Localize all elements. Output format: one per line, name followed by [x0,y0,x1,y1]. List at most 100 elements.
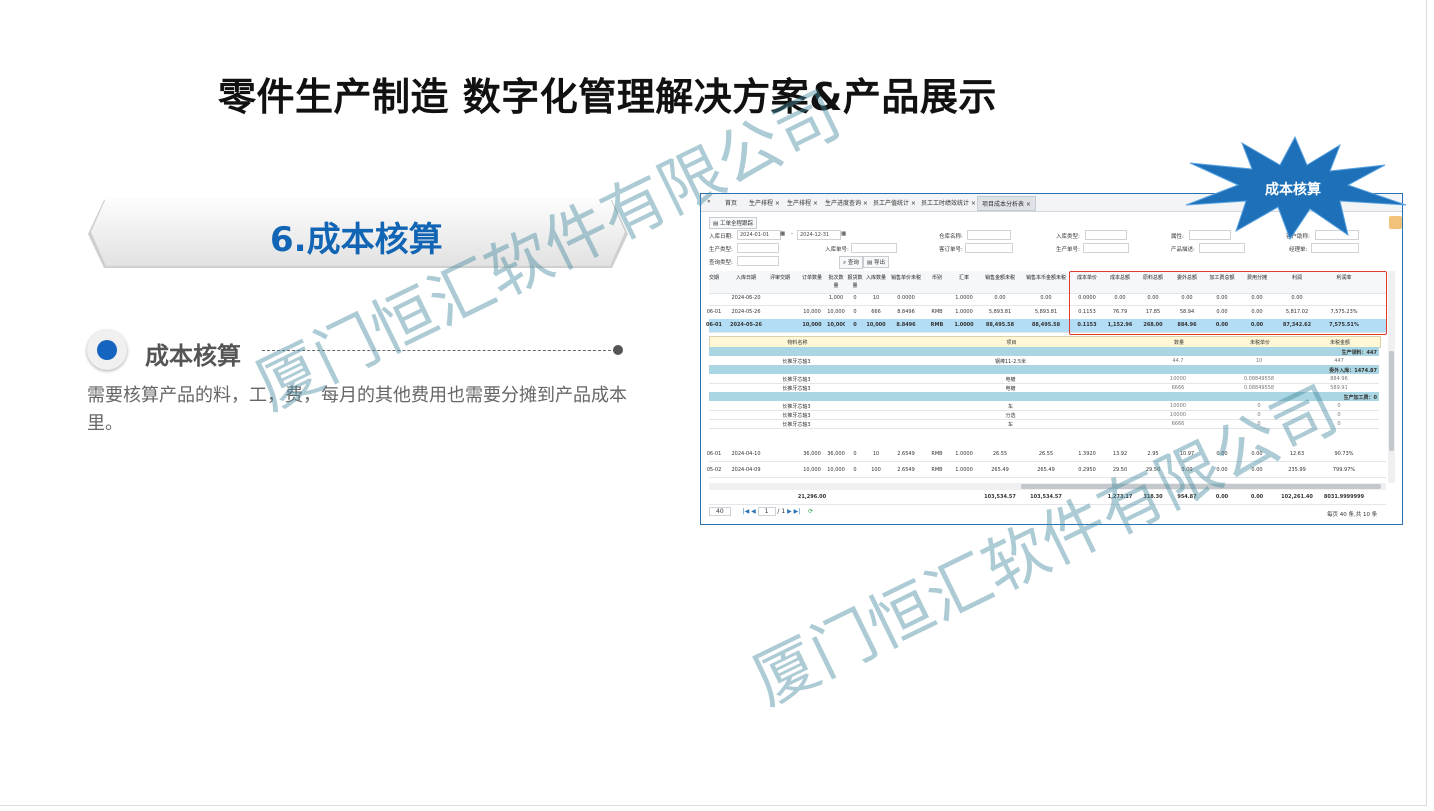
query-type-label: 查询类型: [709,260,733,266]
export-button[interactable]: ▤ 导出 [863,256,889,268]
tab-cost-analysis[interactable]: 项目成本分析表 × [977,196,1036,211]
detail-section-title: 委外入库：1474.87 [1329,368,1377,374]
tab-schedule-1[interactable]: 生产排程 × [749,198,780,207]
table-cell: 1,000 [828,295,844,301]
page-input[interactable]: 1 [757,507,776,516]
detail-cell: 长推牙芯轴3 [782,386,811,392]
tab-progress-query[interactable]: 生产进度查询 × [825,198,868,207]
table-cell: 26.55 [992,451,1008,457]
instock-no-input[interactable] [851,243,897,253]
query-type-select[interactable] [737,256,779,266]
first-page-icon[interactable]: |◀ [743,508,750,515]
column-header[interactable]: 入库数量 [865,274,887,282]
detail-cell: 车 [1007,422,1013,428]
tab-label: 项目成本分析表 [982,201,1025,208]
table-cell: 0 [853,451,857,457]
calendar-icon[interactable]: ▦ [780,231,785,237]
table-cell: 8.8496 [897,309,915,315]
page-size-select[interactable]: 40 [709,507,731,516]
manager-select[interactable] [1311,243,1359,253]
detail-cell: 电镀 [1005,377,1016,383]
table-cell: 90.73% [1334,451,1354,457]
table-cell: 2024-04-10 [731,451,761,457]
table-row[interactable]: 05-02 2024-04-09 10,000 10,000 0 100 2.6549 RMB… [707,464,1386,478]
detail-cell: 10000 [1170,376,1186,382]
date-from-input[interactable]: 2024-01-01 [737,230,781,240]
instock-type-select[interactable] [1085,230,1127,240]
order-trace-button[interactable]: ▤ 工单全程跟踪 [709,217,757,229]
table-cell: 10,000 [827,309,845,315]
last-page-icon[interactable]: ▶| [794,508,801,515]
detail-section-title: 生产加工费：0 [1343,395,1377,401]
table-cell: 0.00 [1251,467,1263,473]
instock-no-label: 入库单号: [825,247,849,253]
column-header[interactable]: 订单数量 [797,274,827,282]
table-cell: 954.87 [1177,494,1197,500]
table-cell: 8.8496 [896,322,916,328]
column-header[interactable]: 销售单价未税 [889,274,923,282]
search-button-label: 查询 [847,260,859,266]
tab-label: 生产进度查询 [825,200,862,207]
table-row[interactable]: 06-01 2024-04-10 36,000 36,000 0 10 2.6549 RMB 1… [707,448,1386,462]
date-to-input[interactable]: 2024-12-31 [797,230,841,240]
calendar-icon[interactable]: ▦ [841,231,846,237]
column-header[interactable]: 销售金额未税 [979,274,1021,282]
tab-nav-icon[interactable]: « [707,198,711,205]
warehouse-select[interactable] [967,230,1011,240]
table-cell: 0.00 [1250,494,1264,500]
table-cell: 10,000 [866,322,886,328]
prev-page-icon[interactable]: ◀ [751,508,756,515]
detail-cell: 电镀 [1005,386,1016,392]
table-cell: 36,000 [827,451,845,457]
detail-cell: 44.7 [1172,358,1184,364]
detail-cell: 6666 [1171,421,1185,427]
detail-cell: 0 [1257,403,1261,409]
table-cell: 10,000 [802,322,822,328]
prod-no-input[interactable] [1083,243,1129,253]
next-page-icon[interactable]: ▶ [787,508,792,515]
table-cell: 05-02 [706,467,722,473]
table-cell: 0.00 [1215,494,1229,500]
column-header[interactable]: 评审交期 [765,274,795,282]
detail-column-header: 未税金额 [1329,340,1350,346]
scroll-thumb[interactable] [1021,484,1381,489]
detail-cell: 车 [1007,404,1013,410]
tab-label: 生产排程 [787,200,812,207]
table-cell: 799.97% [1332,467,1356,473]
tab-output-stats[interactable]: 员工产值统计 × [873,198,916,207]
column-header[interactable]: 入库日期 [729,274,763,282]
detail-section-title: 生产领料：447 [1341,350,1377,356]
horizontal-scrollbar[interactable] [709,483,1386,490]
order-no-input[interactable] [965,243,1013,253]
totals-row-cells[interactable]: 21,296.00 103,534.57 103,534.57 1,273.17 318… [709,491,1386,505]
order-trace-label: 工单全程跟踪 [719,221,753,227]
pager: 40 |◀ ◀ 1 / 1 ▶ ▶| ⟳ [709,507,813,516]
table-cell: 21,296.00 [797,494,827,500]
tab-schedule-2[interactable]: 生产排程 × [787,198,818,207]
column-header[interactable]: 交期 [701,274,727,282]
tab-hours-stats[interactable]: 员工工时绩效统计 × [921,198,976,207]
detail-cell: 6666 [1171,385,1185,391]
column-header[interactable]: 汇率 [951,274,977,282]
vertical-scrollbar[interactable] [1388,271,1395,483]
search-button[interactable]: ⌕ 查询 [839,256,863,269]
table-cell: RMB [931,309,943,315]
table-cell: 100 [871,467,881,473]
column-header[interactable]: 销售本币金额未税 [1023,274,1069,282]
export-icon: ▤ [867,260,873,266]
table-cell: 666 [871,309,881,315]
date-separator: - [791,231,793,237]
detail-column-header: 数量 [1173,340,1184,346]
column-header[interactable]: 报货数量 [846,274,864,290]
detail-cell: 10000 [1170,412,1186,418]
table-cell: 1.0000 [954,322,974,328]
tab-home[interactable]: 首页 [725,198,737,207]
column-header[interactable]: 币别 [925,274,949,282]
scroll-thumb[interactable] [1389,351,1394,451]
refresh-icon[interactable]: ⟳ [808,508,813,515]
product-desc-input[interactable] [1199,243,1245,253]
column-header[interactable]: 批次数量 [827,274,845,290]
prod-type-select[interactable] [737,243,779,253]
date-label: 入库日期: [709,234,733,240]
table-cell: 13.92 [1112,451,1128,457]
